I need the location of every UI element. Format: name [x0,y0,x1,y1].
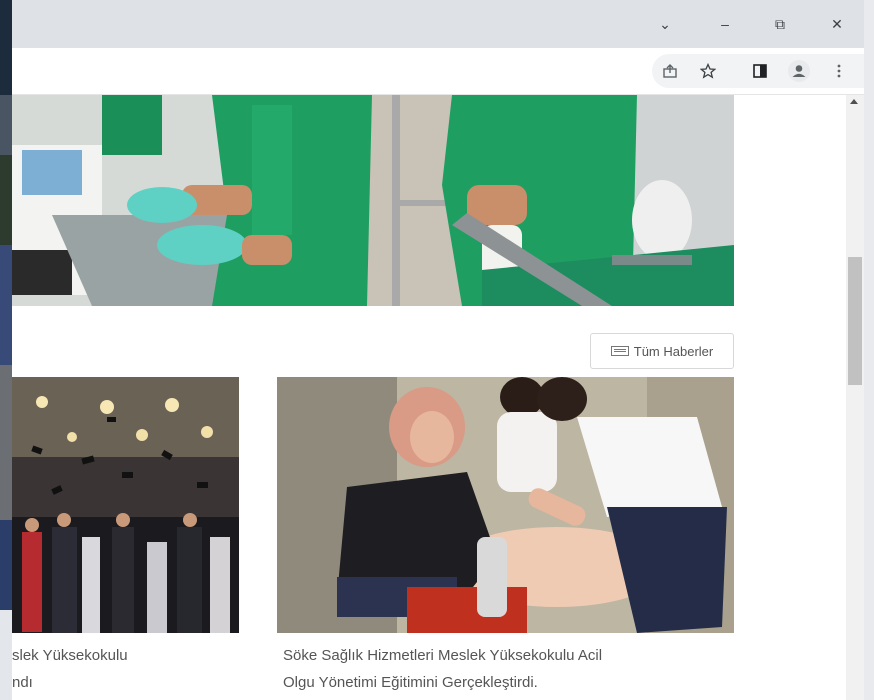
scroll-up-icon[interactable] [850,99,858,104]
graduation-ceremony-photo[interactable] [12,377,239,633]
bookmark-button[interactable] [693,56,723,86]
profile-icon [788,60,810,82]
tab-search-button[interactable]: ⌄ [645,8,685,40]
scrollbar-thumb[interactable] [848,257,862,385]
browser-toolbar [12,48,874,95]
minimize-button[interactable]: – [705,8,745,40]
newspaper-icon [610,346,629,356]
browser-menu-button[interactable] [824,56,854,86]
page-scrollbar[interactable] [846,95,864,700]
minimize-icon: – [721,16,729,32]
news-card-title-1-line2: ndı [12,674,33,691]
close-icon: ✕ [831,15,843,32]
news-card-title-1-line1: slek Yüksekokulu [12,647,128,664]
surgical-staff-photo[interactable] [12,95,734,306]
profile-button[interactable] [784,56,814,86]
cpr-training-photo[interactable] [277,377,734,633]
bookmark-star-icon [700,63,716,79]
window-edge [864,0,874,700]
news-card-title-1[interactable]: slek Yüksekokulu ndı [12,642,252,696]
restore-button[interactable]: ⧉ [760,8,800,40]
news-card-title-2[interactable]: Söke Sağlık Hizmetleri Meslek Yüksekokul… [283,642,723,696]
background-window-strip [0,0,12,700]
side-panel-button[interactable] [745,56,775,86]
share-icon [663,64,677,78]
all-news-button[interactable]: Tüm Haberler [590,333,734,369]
all-news-label: Tüm Haberler [633,343,714,359]
restore-icon: ⧉ [775,15,785,32]
web-page-content: Tüm Haberler slek Yüksekokulu ndı Söke S… [12,95,846,700]
news-card-title-2-line1: Söke Sağlık Hizmetleri Meslek Yüksekokul… [283,647,603,664]
browser-title-bar: ⌄ – ⧉ ✕ [12,0,874,48]
chevron-down-icon: ⌄ [659,15,671,32]
side-panel-icon [753,64,767,78]
close-button[interactable]: ✕ [817,8,857,40]
share-button[interactable] [655,56,685,86]
news-card-title-2-line2: Olgu Yönetimi Eğitimini Gerçekleştirdi. [283,674,538,691]
menu-icon [837,64,841,78]
